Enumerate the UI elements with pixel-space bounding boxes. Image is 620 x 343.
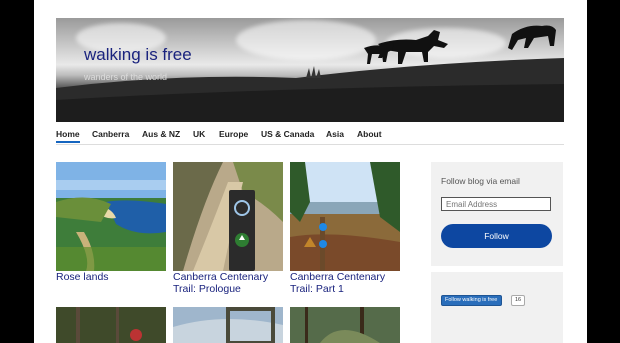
- follow-blog-label: Follow blog via email: [441, 176, 520, 186]
- nav-us-canada[interactable]: US & Canada: [261, 129, 314, 139]
- post-title-line[interactable]: Trail: Part 1: [290, 283, 385, 295]
- wp-follow-label: Follow walking is free: [445, 297, 498, 303]
- nav-uk[interactable]: UK: [193, 129, 205, 139]
- post-thumbnail[interactable]: [290, 307, 400, 343]
- post-thumbnail-ctt-part1[interactable]: [290, 162, 400, 271]
- wp-follow-button[interactable]: Follow walking is free: [441, 295, 503, 306]
- nav-europe[interactable]: Europe: [219, 129, 248, 139]
- wp-follow-widget: Follow walking is free 16: [431, 272, 563, 343]
- main-nav: Home Canberra Aus & NZ UK Europe US & Ca…: [56, 122, 564, 145]
- site-title[interactable]: walking is free: [84, 45, 192, 65]
- horses-silhouette: [56, 25, 564, 122]
- post-title[interactable]: Rose lands: [56, 271, 109, 283]
- header-banner[interactable]: walking is free wanders of the world: [56, 18, 564, 122]
- post-title[interactable]: Canberra Centenary Trail: Part 1: [290, 271, 385, 295]
- nav-about[interactable]: About: [357, 129, 382, 139]
- email-input[interactable]: [441, 197, 551, 211]
- nav-canberra[interactable]: Canberra: [92, 129, 129, 139]
- post-title-line[interactable]: Canberra Centenary: [173, 271, 268, 283]
- post-title-line[interactable]: Rose lands: [56, 271, 109, 283]
- post-title[interactable]: Canberra Centenary Trail: Prologue: [173, 271, 268, 295]
- post-title-line[interactable]: Canberra Centenary: [290, 271, 385, 283]
- post-thumbnail-rose-lands[interactable]: [56, 162, 166, 271]
- follow-button[interactable]: Follow: [441, 224, 552, 248]
- post-title-line[interactable]: Trail: Prologue: [173, 283, 268, 295]
- nav-aus-nz[interactable]: Aus & NZ: [142, 129, 180, 139]
- nav-home[interactable]: Home: [56, 129, 80, 143]
- site-description: wanders of the world: [84, 72, 168, 82]
- follower-count: 16: [511, 295, 526, 306]
- post-thumbnail[interactable]: [56, 307, 166, 343]
- follow-email-widget: Follow blog via email Follow: [431, 162, 563, 266]
- post-thumbnail[interactable]: [173, 307, 283, 343]
- page: walking is free wanders of the world Hom…: [34, 0, 587, 343]
- nav-asia[interactable]: Asia: [326, 129, 344, 139]
- post-thumbnail-ctt-prologue[interactable]: [173, 162, 283, 271]
